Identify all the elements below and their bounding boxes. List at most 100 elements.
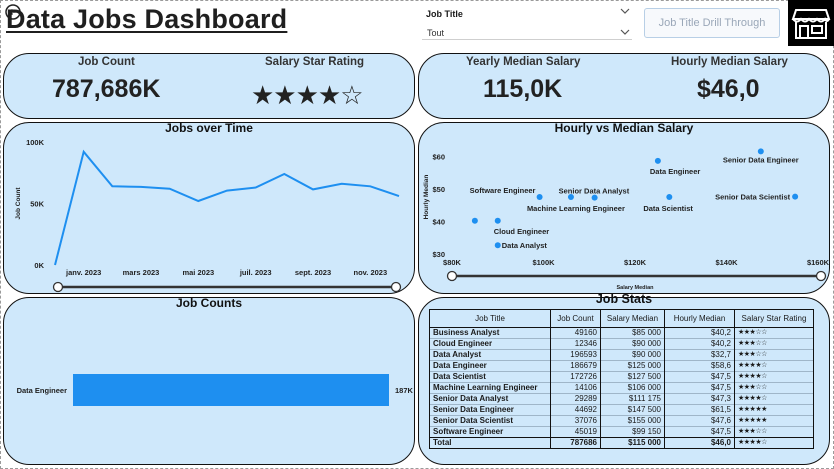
- cell-hourly-median: $47,3: [664, 393, 735, 405]
- table-row[interactable]: Senior Data Scientist 37076 $155 000 $47,6 ★…: [429, 415, 814, 427]
- scatter-point[interactable]: [494, 242, 501, 249]
- scatter-point-label: Cloud Engineer: [494, 227, 550, 236]
- scatter-point-label: Machine Learning Engineer: [527, 204, 625, 213]
- cell-salary-star-rating: ★★★☆☆: [734, 349, 814, 361]
- table-row[interactable]: Data Analyst 196593 $90 000 $32,7 ★★★☆☆: [429, 349, 814, 361]
- table-row[interactable]: Software Engineer 45019 $99 150 $47,5 ★★★☆☆: [429, 426, 814, 438]
- date-range-slider-handle-start[interactable]: [52, 281, 64, 293]
- salary-range-slider-handle-start[interactable]: [446, 270, 458, 282]
- cell-job-title: Data Analyst: [429, 349, 551, 361]
- cell-hourly-median: $58,6: [664, 360, 735, 372]
- scatter-point[interactable]: [494, 217, 501, 224]
- col-header-job-title[interactable]: Job Title: [429, 309, 551, 328]
- cell-salary-star-rating: ★★★★☆: [734, 437, 814, 449]
- scatter-point-label: Senior Data Scientist: [715, 193, 791, 202]
- col-header-job-count[interactable]: Job Count: [550, 309, 601, 328]
- x-tick-label: mars 2023: [123, 268, 160, 277]
- yearly-median-salary-value: 115,0K: [483, 75, 563, 103]
- cell-salary-median: $115 000: [600, 437, 665, 449]
- page-title: Data Jobs Dashboard: [6, 4, 288, 34]
- cell-salary-median: $99 150: [600, 426, 665, 438]
- col-header-salary-median[interactable]: Salary Median: [600, 309, 665, 328]
- yearly-median-salary-label: Yearly Median Salary: [466, 56, 581, 68]
- scatter-point[interactable]: [666, 194, 673, 200]
- salary-star-rating-label: Salary Star Rating: [265, 56, 365, 68]
- col-header-salary-star-rating[interactable]: Salary Star Rating: [734, 309, 814, 328]
- job-title-drill-through-button[interactable]: Job Title Drill Through: [644, 8, 780, 38]
- x-tick-label: mai 2023: [182, 268, 214, 277]
- col-header-hourly-median[interactable]: Hourly Median: [664, 309, 735, 328]
- salary-range-slider-handle-end[interactable]: [815, 270, 827, 282]
- hourly-median-salary-value: $46,0: [697, 75, 760, 103]
- cell-job-count: 196593: [550, 349, 601, 361]
- cell-job-count: 186679: [550, 360, 601, 372]
- cell-job-title: Business Analyst: [429, 327, 551, 339]
- cell-job-count: 14106: [550, 382, 601, 394]
- cell-job-title: Senior Data Scientist: [429, 415, 551, 427]
- cell-salary-median: $155 000: [600, 415, 665, 427]
- job-counts-chart: Data Engineer 187K: [17, 374, 414, 406]
- x-tick-label: nov. 2023: [354, 268, 388, 277]
- jobs-series-line: [54, 149, 400, 266]
- scatter-point-label: Software Engineer: [470, 186, 536, 195]
- y-tick-label: $40: [432, 217, 445, 226]
- table-row[interactable]: Machine Learning Engineer 14106 $106 000 $4…: [429, 382, 814, 394]
- chevron-down-icon[interactable]: [620, 28, 630, 36]
- scatter-point[interactable]: [654, 157, 661, 164]
- cell-job-title: Cloud Engineer: [429, 338, 551, 350]
- table-header-row: Job Title Job Count Salary Median Hourly…: [429, 309, 814, 328]
- cell-hourly-median: $47,5: [664, 382, 735, 394]
- cell-salary-star-rating: ★★★★☆: [734, 371, 814, 383]
- bar-data-engineer[interactable]: [73, 374, 389, 406]
- job-count-value: 787,686K: [52, 75, 161, 103]
- table-row[interactable]: Senior Data Analyst 29289 $111 175 $47,3 ★★★…: [429, 393, 814, 405]
- chevron-down-icon[interactable]: [620, 7, 630, 15]
- cell-salary-star-rating: ★★★☆☆: [734, 426, 814, 438]
- cell-salary-median: $90 000: [600, 338, 665, 350]
- table-row[interactable]: Senior Data Engineer 44692 $147 500 $61,5 ★★…: [429, 404, 814, 416]
- table-row[interactable]: Data Scientist 172726 $127 500 $47,5 ★★★★☆: [429, 371, 814, 383]
- table-row[interactable]: Cloud Engineer 12346 $90 000 $40,2 ★★★☆☆: [429, 338, 814, 350]
- y-axis-title: Job Count: [15, 187, 22, 220]
- cell-salary-star-rating: ★★★☆☆: [734, 382, 814, 394]
- scatter-point-label: Data Analyst: [502, 241, 548, 250]
- store-button[interactable]: [788, 0, 834, 46]
- job-title-slicer[interactable]: [422, 25, 632, 40]
- table-total-row[interactable]: Total 787686 $115 000 $46,0 ★★★★☆: [429, 437, 814, 449]
- cell-job-title: Total: [429, 437, 551, 449]
- cell-hourly-median: $40,2: [664, 327, 735, 339]
- cell-job-count: 49160: [550, 327, 601, 339]
- cell-job-title: Senior Data Analyst: [429, 393, 551, 405]
- scatter-point-label: Data Scientist: [643, 204, 693, 213]
- table-row[interactable]: Data Engineer 186679 $125 000 $58,6 ★★★★☆: [429, 360, 814, 372]
- cell-salary-median: $147 500: [600, 404, 665, 416]
- scatter-point[interactable]: [471, 217, 478, 224]
- table-row[interactable]: Business Analyst 49160 $85 000 $40,2 ★★★☆☆: [429, 327, 814, 339]
- bar-value-label: 187K: [395, 386, 414, 395]
- cell-job-count: 29289: [550, 393, 601, 405]
- cell-job-title: Machine Learning Engineer: [429, 382, 551, 394]
- hourly-vs-median-chart: $30$40$50$60$80K $100K $120K $140K $160KSala…: [423, 148, 830, 291]
- y-tick-label: $50: [432, 185, 445, 194]
- y-tick-label: 50K: [30, 200, 44, 209]
- cell-job-title: Data Engineer: [429, 360, 551, 372]
- scatter-point-label: Senior Data Engineer: [723, 155, 799, 164]
- cell-job-count: 45019: [550, 426, 601, 438]
- job-stats-table: Job Title Job Count Salary Median Hourly…: [429, 309, 814, 449]
- scatter-point[interactable]: [757, 148, 764, 155]
- job-title-slicer-value[interactable]: Tout: [427, 28, 444, 38]
- jobs-over-time-chart: 0K 50K 100K Job Count janv. 2023 mars 2023 mai…: [15, 138, 402, 293]
- date-range-slider-handle-end[interactable]: [390, 281, 402, 293]
- job-title-slicer-label: Job Title: [426, 9, 463, 19]
- cell-salary-median: $127 500: [600, 371, 665, 383]
- cell-salary-star-rating: ★★★☆☆: [734, 338, 814, 350]
- x-tick-label: $140K: [715, 258, 738, 267]
- scatter-point[interactable]: [792, 193, 799, 200]
- job-count-label: Job Count: [78, 56, 135, 68]
- x-tick-label: $80K: [443, 258, 462, 267]
- cell-salary-star-rating: ★★★★☆: [734, 393, 814, 405]
- scatter-point-label: Senior Data Analyst: [559, 187, 630, 196]
- x-tick-label: $160K: [807, 258, 830, 267]
- cell-salary-median: $125 000: [600, 360, 665, 372]
- scatter-point[interactable]: [536, 194, 543, 200]
